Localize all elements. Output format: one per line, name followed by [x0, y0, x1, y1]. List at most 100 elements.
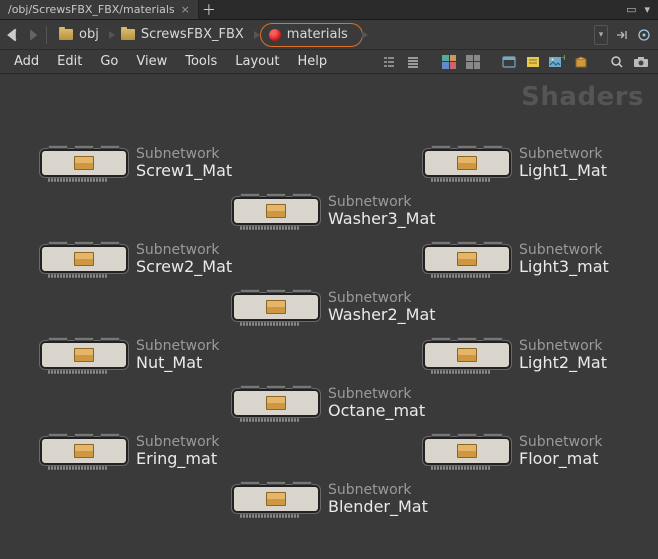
back-icon[interactable]: [6, 28, 20, 42]
subnet-icon: [74, 156, 94, 170]
node-type-label: Subnetwork: [328, 386, 425, 402]
grid-icon[interactable]: [464, 53, 482, 71]
subnet-icon: [457, 252, 477, 266]
node-floor[interactable]: Subnetwork Floor_mat: [423, 434, 603, 468]
node-type-label: Subnetwork: [136, 338, 220, 354]
panel-icon[interactable]: [500, 53, 518, 71]
tab-materials[interactable]: /obj/ScrewsFBX_FBX/materials ×: [0, 0, 199, 19]
subnet-icon: [266, 300, 286, 314]
node-type-label: Subnetwork: [136, 242, 232, 258]
node-name-label: Blender_Mat: [328, 498, 428, 516]
network-canvas[interactable]: Shaders Subnetwork Screw1_Mat Subnetwork…: [0, 74, 658, 559]
svg-text:+: +: [561, 55, 565, 62]
search-icon[interactable]: [608, 53, 626, 71]
node-name-label: Light2_Mat: [519, 354, 607, 372]
node-chip[interactable]: [232, 197, 320, 225]
node-light2[interactable]: Subnetwork Light2_Mat: [423, 338, 607, 372]
subnet-icon: [457, 444, 477, 458]
node-chip[interactable]: [423, 341, 511, 369]
breadcrumb-obj[interactable]: obj: [53, 23, 109, 47]
path-bar: obj ScrewsFBX_FBX materials ▾: [0, 20, 658, 50]
node-name-label: Nut_Mat: [136, 354, 220, 372]
subnet-icon: [266, 492, 286, 506]
tree-view-icon[interactable]: [380, 53, 398, 71]
node-type-label: Subnetwork: [519, 434, 603, 450]
camera-icon[interactable]: [632, 53, 650, 71]
breadcrumb-screwsfbx[interactable]: ScrewsFBX_FBX: [115, 23, 254, 47]
grid-color-icon[interactable]: [440, 53, 458, 71]
node-type-label: Subnetwork: [519, 242, 609, 258]
node-name-label: Washer2_Mat: [328, 306, 436, 324]
node-chip[interactable]: [40, 341, 128, 369]
node-chip[interactable]: [423, 149, 511, 177]
node-ering[interactable]: Subnetwork Ering_mat: [40, 434, 220, 468]
node-chip[interactable]: [423, 437, 511, 465]
subnet-icon: [457, 348, 477, 362]
node-type-label: Subnetwork: [519, 338, 607, 354]
maximize-icon[interactable]: ▭: [626, 3, 636, 16]
node-type-label: Subnetwork: [328, 290, 436, 306]
note-icon[interactable]: [524, 53, 542, 71]
node-chip[interactable]: [232, 293, 320, 321]
node-name-label: Octane_mat: [328, 402, 425, 420]
node-light1[interactable]: Subnetwork Light1_Mat: [423, 146, 607, 180]
node-chip[interactable]: [232, 485, 320, 513]
package-icon[interactable]: [572, 53, 590, 71]
context-watermark: Shaders: [521, 82, 644, 112]
node-name-label: Floor_mat: [519, 450, 603, 468]
dropdown-icon[interactable]: ▾: [644, 3, 650, 16]
node-octane[interactable]: Subnetwork Octane_mat: [232, 386, 425, 420]
breadcrumb-label: obj: [79, 27, 99, 42]
menu-go[interactable]: Go: [92, 52, 126, 71]
node-name-label: Light1_Mat: [519, 162, 607, 180]
node-washer3[interactable]: Subnetwork Washer3_Mat: [232, 194, 436, 228]
node-name-label: Ering_mat: [136, 450, 220, 468]
add-image-icon[interactable]: +: [548, 53, 566, 71]
node-type-label: Subnetwork: [136, 146, 232, 162]
path-dropdown[interactable]: ▾: [594, 25, 608, 45]
node-chip[interactable]: [40, 149, 128, 177]
menu-help[interactable]: Help: [289, 52, 335, 71]
node-light3[interactable]: Subnetwork Light3_mat: [423, 242, 609, 276]
menu-view[interactable]: View: [128, 52, 175, 71]
subnet-icon: [74, 444, 94, 458]
node-blender[interactable]: Subnetwork Blender_Mat: [232, 482, 428, 516]
node-chip[interactable]: [423, 245, 511, 273]
subnet-icon: [457, 156, 477, 170]
menu-layout[interactable]: Layout: [227, 52, 287, 71]
tab-bar: /obj/ScrewsFBX_FBX/materials × ＋ ▭ ▾: [0, 0, 658, 20]
breadcrumb-label: ScrewsFBX_FBX: [141, 27, 244, 42]
pin-icon[interactable]: [614, 27, 630, 43]
folder-icon: [121, 29, 135, 40]
material-icon: [269, 29, 281, 41]
divider: [46, 26, 47, 44]
node-nut[interactable]: Subnetwork Nut_Mat: [40, 338, 220, 372]
tab-title: /obj/ScrewsFBX_FBX/materials: [8, 3, 175, 16]
node-name-label: Screw2_Mat: [136, 258, 232, 276]
node-type-label: Subnetwork: [328, 482, 428, 498]
node-type-label: Subnetwork: [136, 434, 220, 450]
new-tab-button[interactable]: ＋: [199, 0, 219, 19]
breadcrumb-label: materials: [287, 27, 348, 42]
node-chip[interactable]: [232, 389, 320, 417]
subnet-icon: [266, 204, 286, 218]
node-screw2[interactable]: Subnetwork Screw2_Mat: [40, 242, 232, 276]
node-type-label: Subnetwork: [328, 194, 436, 210]
node-chip[interactable]: [40, 437, 128, 465]
menu-tools[interactable]: Tools: [177, 52, 225, 71]
node-screw1[interactable]: Subnetwork Screw1_Mat: [40, 146, 232, 180]
node-chip[interactable]: [40, 245, 128, 273]
target-icon[interactable]: [636, 27, 652, 43]
menu-add[interactable]: Add: [6, 52, 47, 71]
node-name-label: Screw1_Mat: [136, 162, 232, 180]
list-view-icon[interactable]: [404, 53, 422, 71]
breadcrumb-materials[interactable]: materials: [260, 23, 363, 47]
forward-icon[interactable]: [26, 28, 40, 42]
node-washer2[interactable]: Subnetwork Washer2_Mat: [232, 290, 436, 324]
close-icon[interactable]: ×: [181, 3, 190, 16]
subnet-icon: [74, 252, 94, 266]
node-name-label: Washer3_Mat: [328, 210, 436, 228]
folder-icon: [59, 29, 73, 40]
subnet-icon: [266, 396, 286, 410]
menu-edit[interactable]: Edit: [49, 52, 90, 71]
